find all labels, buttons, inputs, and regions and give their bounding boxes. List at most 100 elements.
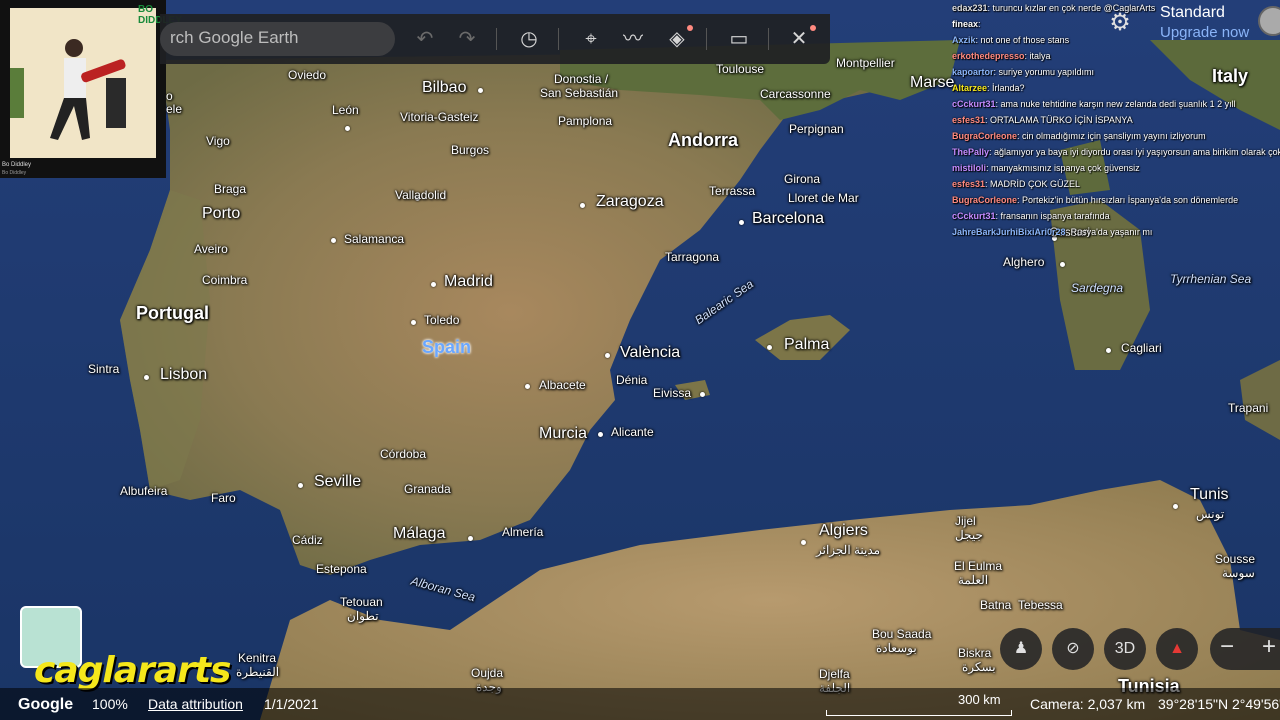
label-tunis[interactable]: Tunis	[1190, 486, 1229, 504]
location-icon[interactable]: ⊘	[1052, 628, 1094, 670]
label-perpignan[interactable]: Perpignan	[789, 122, 844, 136]
city-marker[interactable]	[605, 353, 610, 358]
compass-icon[interactable]: ▲	[1156, 628, 1198, 670]
label-zaragoza[interactable]: Zaragoza	[596, 193, 664, 211]
label-bousaada[interactable]: Bou Saada	[872, 627, 931, 641]
label-biskra[interactable]: Biskra	[958, 646, 991, 660]
label-estela[interactable]: o ele	[166, 90, 182, 116]
undo-icon[interactable]: ↶	[412, 26, 438, 52]
label-marseille[interactable]: Marse	[910, 74, 954, 92]
label-pamplona[interactable]: Pamplona	[558, 114, 612, 128]
layers-icon[interactable]: ◈	[664, 26, 690, 52]
avatar[interactable]	[1258, 6, 1280, 36]
city-marker[interactable]	[298, 483, 303, 488]
label-sousse-ar[interactable]: سوسة	[1222, 566, 1255, 580]
gear-icon[interactable]: ⚙	[1106, 8, 1134, 36]
pegman-icon[interactable]: ♟	[1000, 628, 1042, 670]
label-portugal[interactable]: Portugal	[136, 303, 209, 324]
label-braga[interactable]: Braga	[214, 182, 246, 196]
label-palma[interactable]: Palma	[784, 336, 829, 354]
label-kenitra-ar[interactable]: القنيطرة	[236, 665, 279, 679]
redo-icon[interactable]: ↷	[454, 26, 480, 52]
label-denia[interactable]: Dénia	[616, 373, 647, 387]
city-marker[interactable]	[1173, 504, 1178, 509]
zoom-in-button[interactable]: +	[1262, 633, 1276, 661]
label-bilbao[interactable]: Bilbao	[422, 79, 466, 97]
label-cagliari[interactable]: Cagliari	[1121, 341, 1162, 355]
label-sardegna[interactable]: Sardegna	[1071, 281, 1123, 295]
upgrade-link[interactable]: Upgrade now	[1160, 24, 1249, 41]
label-alicante[interactable]: Alicante	[611, 425, 654, 439]
city-marker[interactable]	[144, 375, 149, 380]
label-madrid[interactable]: Madrid	[444, 273, 493, 291]
label-kenitra[interactable]: Kenitra	[238, 651, 276, 665]
label-murcia[interactable]: Murcia	[539, 425, 587, 443]
city-marker[interactable]	[739, 220, 744, 225]
label-eleulma-ar[interactable]: العلمة	[958, 573, 988, 587]
label-tunis-ar[interactable]: تونس	[1196, 507, 1224, 521]
label-tebessa[interactable]: Tebessa	[1018, 598, 1063, 612]
label-carcassonne[interactable]: Carcassonne	[760, 87, 831, 101]
city-marker[interactable]	[1060, 262, 1065, 267]
label-coimbra[interactable]: Coimbra	[202, 273, 247, 287]
city-marker[interactable]	[598, 432, 603, 437]
label-algiers[interactable]: Algiers	[819, 522, 868, 540]
history-icon[interactable]: ◷	[516, 26, 542, 52]
label-biskra-ar[interactable]: بسكرة	[962, 660, 996, 674]
label-salamanca[interactable]: Salamanca	[344, 232, 404, 246]
label-burgos[interactable]: Burgos	[451, 143, 489, 157]
zoom-out-button[interactable]: −	[1220, 633, 1234, 661]
label-jijel[interactable]: Jijel	[955, 514, 976, 528]
label-porto[interactable]: Porto	[202, 205, 240, 223]
city-marker[interactable]	[478, 88, 483, 93]
label-albacete[interactable]: Albacete	[539, 378, 586, 392]
label-albufeira[interactable]: Albufeira	[120, 484, 167, 498]
tools-icon[interactable]: ✕	[786, 26, 812, 52]
label-eivissa[interactable]: Eivissa	[653, 386, 691, 400]
city-marker[interactable]	[801, 540, 806, 545]
label-estepona[interactable]: Estepona	[316, 562, 367, 576]
placemark-icon[interactable]: ⌖	[578, 26, 604, 52]
3d-toggle-button[interactable]: 3D	[1104, 628, 1146, 670]
label-djelfa[interactable]: Djelfa	[819, 667, 850, 681]
label-trapani[interactable]: Trapani	[1228, 401, 1268, 415]
path-icon[interactable]: 〰	[620, 26, 646, 52]
label-sousse[interactable]: Sousse	[1215, 552, 1255, 566]
city-marker[interactable]	[411, 320, 416, 325]
label-andorra[interactable]: Andorra	[668, 130, 738, 151]
city-marker[interactable]	[431, 282, 436, 287]
data-attribution-link[interactable]: Data attribution	[148, 696, 243, 712]
city-marker[interactable]	[580, 203, 585, 208]
label-valencia[interactable]: València	[620, 344, 680, 362]
label-oujda[interactable]: Oujda	[471, 666, 503, 680]
label-faro[interactable]: Faro	[211, 491, 236, 505]
search-input[interactable]: rch Google Earth	[160, 22, 395, 56]
city-marker[interactable]	[468, 536, 473, 541]
city-marker[interactable]	[345, 126, 350, 131]
city-marker[interactable]	[525, 384, 530, 389]
label-toledo[interactable]: Toledo	[424, 313, 459, 327]
label-tyrrhenian[interactable]: Tyrrhenian Sea	[1170, 272, 1251, 286]
label-tetouan-ar[interactable]: تطوان	[347, 609, 379, 623]
label-donostia[interactable]: Donostia /	[554, 72, 608, 86]
label-tarragona[interactable]: Tarragona	[665, 250, 719, 264]
label-sintra[interactable]: Sintra	[88, 362, 119, 376]
label-cordoba[interactable]: Córdoba	[380, 447, 426, 461]
label-cadiz[interactable]: Cádiz	[292, 533, 323, 547]
label-algiers-ar[interactable]: مدينة الجزائر	[816, 543, 880, 557]
label-lisbon[interactable]: Lisbon	[160, 366, 207, 384]
label-batna[interactable]: Batna	[980, 598, 1011, 612]
label-almeria[interactable]: Almería	[502, 525, 543, 539]
label-tetouan[interactable]: Tetouan	[340, 595, 383, 609]
label-alghero[interactable]: Alghero	[1003, 255, 1044, 269]
city-marker[interactable]	[767, 345, 772, 350]
label-vitoria[interactable]: Vitoria-Gasteiz	[400, 110, 478, 124]
label-toulouse[interactable]: Toulouse	[716, 62, 764, 76]
label-spain[interactable]: Spain	[422, 337, 471, 358]
label-barcelona[interactable]: Barcelona	[752, 210, 824, 228]
label-terrassa[interactable]: Terrassa	[709, 184, 755, 198]
city-marker[interactable]	[331, 238, 336, 243]
label-eleulma[interactable]: El Eulma	[954, 559, 1002, 573]
ruler-icon[interactable]: ▭	[726, 26, 752, 52]
label-girona[interactable]: Girona	[784, 172, 820, 186]
